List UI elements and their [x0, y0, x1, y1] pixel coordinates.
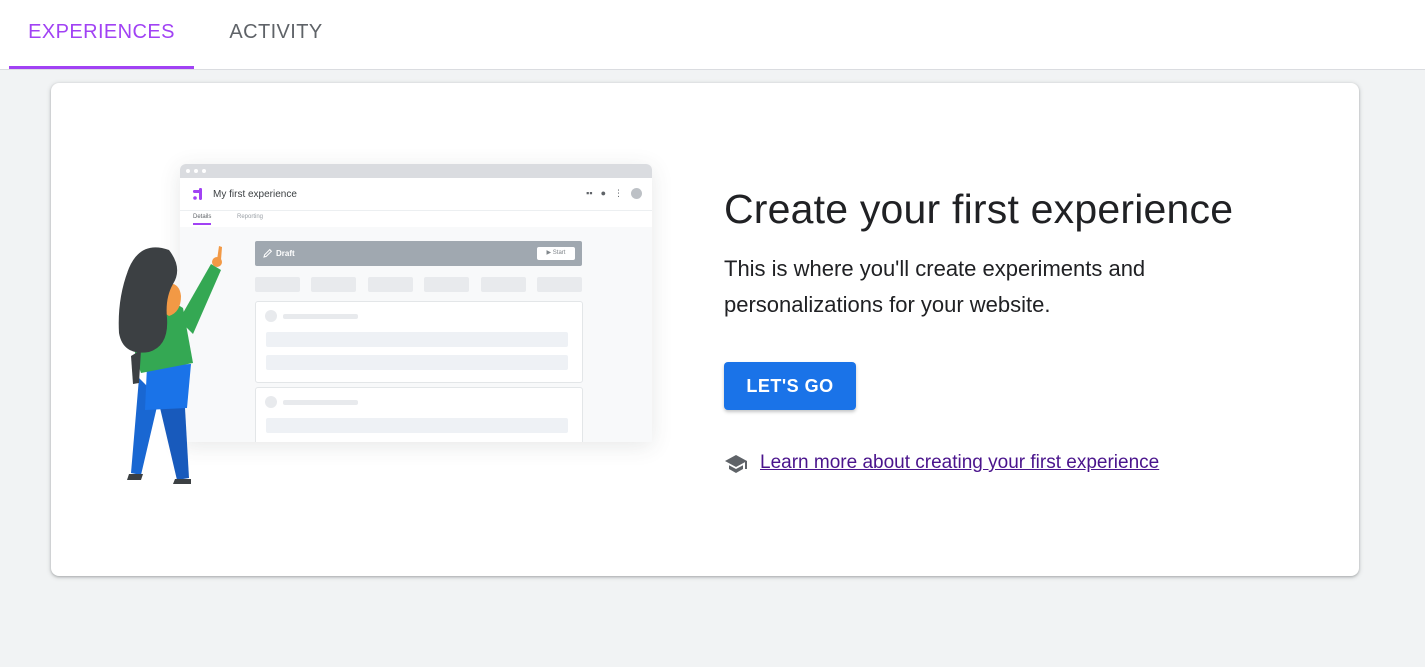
page-title: Create your first experience	[724, 186, 1234, 232]
mock-chip	[255, 277, 300, 292]
page-description: This is where you'll create experiments …	[724, 256, 1146, 317]
mock-draft-label: Draft	[276, 249, 295, 258]
mock-window-chrome	[180, 164, 652, 178]
edit-icon	[263, 248, 273, 258]
mock-app-header: My first experience ▪▪ ● ⋮	[180, 178, 652, 211]
help-icon: ●	[600, 188, 606, 198]
more-vert-icon: ⋮	[614, 188, 623, 198]
learn-more-row: Learn more about creating your first exp…	[724, 452, 1159, 474]
mock-chip	[368, 277, 413, 292]
mock-chip	[537, 277, 582, 292]
avatar-icon	[631, 187, 642, 199]
tab-experiences[interactable]: EXPERIENCES	[9, 0, 194, 69]
mock-subtab-details: Details	[193, 214, 212, 225]
mock-panel	[255, 387, 583, 442]
mock-chip	[424, 277, 469, 292]
mock-experience-title: My first experience	[213, 189, 297, 200]
mock-subtab-reporting: Reporting	[237, 214, 264, 220]
apps-grid-icon: ▪▪	[586, 188, 593, 198]
mock-chip	[311, 277, 356, 292]
mock-subtabs: Details Reporting	[180, 211, 652, 228]
lets-go-button[interactable]: LET'S GO	[724, 362, 856, 410]
tab-bar: EXPERIENCES ACTIVITY	[0, 0, 1425, 70]
mock-chip	[481, 277, 526, 292]
woman-pointing-illustration	[118, 246, 222, 484]
empty-state-card: My first experience ▪▪ ● ⋮ Details Repor…	[51, 83, 1359, 576]
school-icon	[725, 455, 747, 473]
mock-header-icons: ▪▪ ● ⋮	[586, 187, 642, 199]
learn-more-link[interactable]: Learn more about creating your first exp…	[760, 452, 1159, 474]
optimize-logo-icon	[193, 188, 202, 200]
illustration: My first experience ▪▪ ● ⋮ Details Repor…	[111, 158, 681, 498]
mock-draft-bar: Draft ▶ Start	[255, 241, 582, 266]
tab-activity[interactable]: ACTIVITY	[210, 0, 342, 69]
mock-start-button: ▶ Start	[537, 247, 575, 260]
mock-panel	[255, 301, 583, 383]
